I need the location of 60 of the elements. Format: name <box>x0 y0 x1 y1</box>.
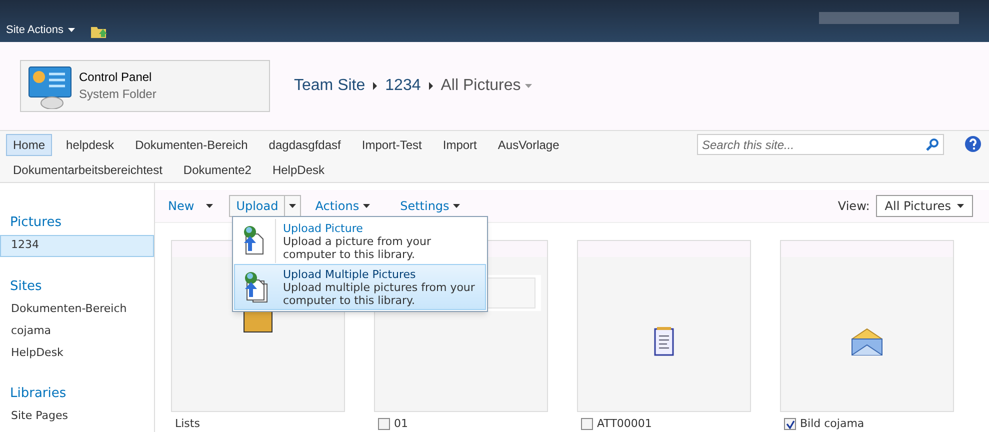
folder-up-icon[interactable] <box>91 24 108 38</box>
arrow-icon <box>373 82 378 90</box>
menu-item-title: Upload Multiple Pictures <box>283 268 417 280</box>
caret-icon <box>363 204 370 208</box>
sidebar-item[interactable]: HelpDesk <box>0 342 154 364</box>
breadcrumb-link[interactable]: 1234 <box>385 74 421 98</box>
breadcrumb-link[interactable]: Team Site <box>294 74 366 98</box>
nav-tab[interactable]: HelpDesk <box>265 159 332 181</box>
item-name: ATT00001 <box>597 416 652 432</box>
sidebar-heading: Libraries <box>9 385 68 403</box>
settings-menu[interactable]: Settings <box>400 197 460 215</box>
upload-menu-item[interactable]: Upload Picture Upload a picture from your computer to this library. <box>234 218 486 264</box>
nav-tab[interactable]: AusVorlage <box>490 134 566 156</box>
sidebar-item[interactable]: Dokumenten-Bereich <box>0 298 154 320</box>
thumbnail-frame[interactable] <box>780 240 954 412</box>
view-dropdown[interactable]: All Pictures <box>876 195 973 217</box>
caret-icon <box>68 28 76 32</box>
envelope-icon <box>850 327 884 357</box>
document-icon <box>653 327 675 357</box>
caret-icon <box>289 204 296 208</box>
upload-button[interactable]: Upload <box>230 196 284 216</box>
item-name: Bild cojama <box>800 416 864 432</box>
arrow-icon <box>428 82 433 90</box>
site-actions-menu[interactable]: Site Actions <box>6 22 76 38</box>
menu-item-description: Upload multiple pictures from your computer to this library. <box>283 280 476 306</box>
nav-tab[interactable]: Home <box>6 134 52 156</box>
search-icon[interactable] <box>926 138 939 151</box>
sidebar-heading: Sites <box>9 278 43 296</box>
caret-icon <box>453 204 460 208</box>
caret-icon <box>524 84 532 88</box>
search-field[interactable]: Search this site... <box>697 134 944 155</box>
item-name: Lists <box>175 416 200 432</box>
caret-icon <box>957 204 964 208</box>
checkbox[interactable] <box>581 418 593 430</box>
caret-icon <box>206 204 214 208</box>
nav-tab[interactable]: Import-Test <box>354 134 429 156</box>
view-label: View: <box>838 198 870 215</box>
sidebar-heading: Pictures <box>9 214 62 232</box>
nav-tab[interactable]: Dokumente2 <box>176 159 258 181</box>
nav-tab[interactable]: Dokumentarbeitsbereichtest <box>6 159 170 181</box>
logo-title: Control Panel <box>79 69 153 86</box>
sidebar-item[interactable]: cojama <box>0 320 154 342</box>
actions-menu[interactable]: Actions <box>315 197 370 215</box>
nav-tab[interactable]: Dokumenten-Bereich <box>128 134 255 156</box>
item-name: 01 <box>394 416 408 432</box>
current-page-title: All Pictures <box>440 74 532 98</box>
checkbox[interactable] <box>378 418 390 430</box>
nav-tab[interactable]: helpdesk <box>59 134 122 156</box>
menu-item-description: Upload a picture from your computer to this library. <box>283 234 432 260</box>
sidebar-item[interactable]: 1234 <box>0 234 154 256</box>
nav-tab[interactable]: Import <box>436 134 484 156</box>
checkbox[interactable] <box>784 418 796 430</box>
new-menu[interactable]: New <box>168 197 214 215</box>
help-icon[interactable] <box>965 136 981 152</box>
upload-menu-item[interactable]: Upload Multiple Pictures Upload multiple pictures from your computer to this library. <box>234 264 486 310</box>
logo-subtitle: System Folder <box>79 86 156 103</box>
menu-item-title: Upload Picture <box>283 222 364 234</box>
nav-tab[interactable]: dagdasgfdasf <box>262 134 348 156</box>
thumbnail-frame[interactable] <box>577 240 751 412</box>
sidebar-item[interactable]: Site Pages <box>0 406 154 428</box>
